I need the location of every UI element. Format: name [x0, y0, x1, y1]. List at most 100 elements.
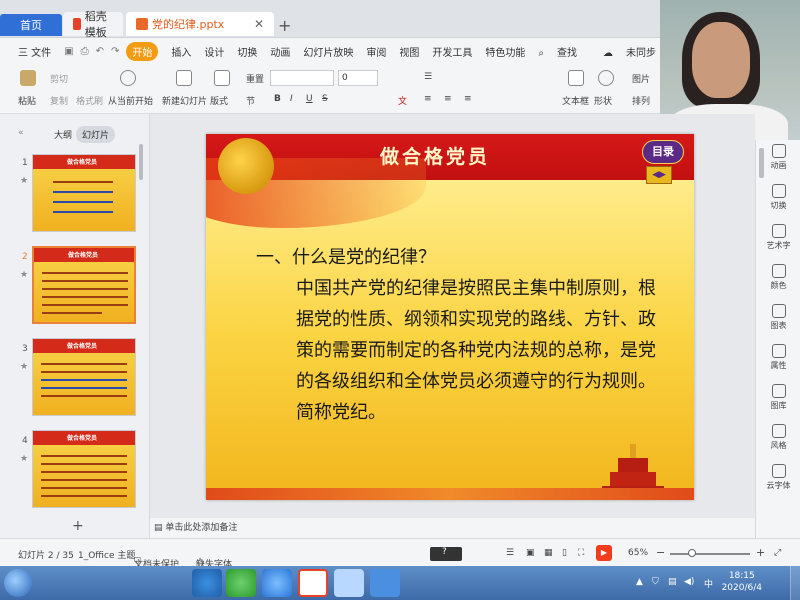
italic-button[interactable]: I: [290, 94, 293, 104]
font-size-select[interactable]: 0: [338, 70, 378, 86]
notes-toggle-icon[interactable]: ☰: [506, 548, 514, 558]
menu-item-animation[interactable]: 动画: [270, 44, 290, 59]
menu-item-developer[interactable]: 开发工具: [432, 44, 472, 59]
panel-color[interactable]: 颜色: [756, 264, 800, 291]
panel-transition[interactable]: 切换: [756, 184, 800, 211]
slide-thumbnail-selected[interactable]: 做合格党员: [32, 246, 136, 324]
canvas-scrollbar[interactable]: [759, 148, 764, 178]
panel-cloud-font[interactable]: 云字体: [756, 464, 800, 491]
collapse-panel-icon[interactable]: «: [12, 126, 30, 140]
new-slide-button[interactable]: 新建幻灯片: [162, 94, 207, 107]
browser-icon[interactable]: [226, 569, 256, 597]
start-button[interactable]: [4, 569, 32, 597]
align-center-button[interactable]: ≡: [444, 94, 452, 104]
panel-gallery[interactable]: 图库: [756, 384, 800, 411]
picture-button[interactable]: 图片: [632, 72, 650, 85]
close-tab-icon[interactable]: ✕: [254, 17, 264, 31]
show-desktop-button[interactable]: [790, 566, 800, 600]
shape-button[interactable]: 形状: [594, 94, 612, 107]
reading-view-icon[interactable]: ▯: [562, 548, 567, 558]
font-name-select[interactable]: [270, 70, 334, 86]
textbox-icon[interactable]: [568, 70, 584, 86]
underline-button[interactable]: U: [306, 94, 313, 104]
thumbnail-scrollbar[interactable]: [139, 144, 143, 180]
slide-thumbnail[interactable]: 做合格党员: [32, 430, 136, 508]
tab-slides[interactable]: 幻灯片: [76, 126, 116, 143]
tab-document[interactable]: 党的纪律.pptx ✕: [126, 12, 274, 36]
nav-arrows-button[interactable]: ◀▶: [646, 166, 672, 184]
play-from-current-icon[interactable]: [120, 70, 136, 86]
redo-icon[interactable]: ↷: [111, 46, 119, 57]
app-icon[interactable]: [262, 569, 292, 597]
layout-button[interactable]: 版式: [210, 94, 228, 107]
wps-icon[interactable]: [298, 569, 328, 597]
copy-button[interactable]: 复制: [50, 94, 68, 107]
slide-title[interactable]: 做合格党员: [380, 142, 490, 169]
menu-item-slideshow[interactable]: 幻灯片放映: [303, 44, 353, 59]
new-slide-icon[interactable]: [176, 70, 192, 86]
panel-chart[interactable]: 图表: [756, 304, 800, 331]
slide-thumbnail[interactable]: 做合格党员: [32, 338, 136, 416]
normal-view-icon[interactable]: ▣: [526, 548, 535, 558]
print-icon[interactable]: ⎙: [81, 46, 89, 57]
play-from-current-button[interactable]: 从当前开始: [108, 94, 153, 107]
security-icon[interactable]: ⛉: [652, 577, 659, 587]
menu-item-design[interactable]: 设计: [204, 44, 224, 59]
fullscreen-icon[interactable]: ⛶: [578, 548, 584, 558]
cut-button[interactable]: 剪切: [50, 72, 68, 85]
tray-arrow-icon[interactable]: ▲: [636, 577, 643, 587]
reset-button[interactable]: 重置: [246, 72, 264, 85]
zoom-slider[interactable]: [670, 553, 750, 555]
slide-thumbnail[interactable]: 做合格党员: [32, 154, 136, 232]
zoom-out-button[interactable]: −: [656, 546, 665, 559]
sogou-icon[interactable]: [192, 569, 222, 597]
bold-button[interactable]: B: [274, 94, 281, 104]
undo-icon[interactable]: ↶: [96, 46, 104, 57]
menu-item-home[interactable]: 开始: [126, 41, 159, 61]
taskbar-clock[interactable]: 18:15 2020/6/4: [722, 570, 762, 594]
menu-item-transition[interactable]: 切换: [237, 44, 257, 59]
tab-home[interactable]: 首页: [0, 14, 62, 36]
paste-button[interactable]: 粘贴: [18, 94, 36, 107]
textbox-button[interactable]: 文本框: [562, 94, 589, 107]
save-icon[interactable]: ▣: [64, 46, 73, 57]
input-method-widget[interactable]: ?: [430, 547, 462, 561]
fit-window-icon[interactable]: ⤢: [774, 548, 781, 558]
section-button[interactable]: 节: [246, 94, 255, 107]
paste-icon[interactable]: [20, 70, 36, 86]
pointer-app-icon[interactable]: [334, 569, 364, 597]
current-slide[interactable]: 做合格党员 目录 ◀▶ 一、什么是党的纪律？ 中国共产党的纪律是按照民主集中制原…: [206, 134, 694, 500]
add-slide-button[interactable]: +: [72, 518, 84, 534]
zoom-slider-handle[interactable]: [688, 549, 696, 557]
strikethrough-button[interactable]: S: [322, 94, 328, 104]
zoom-level[interactable]: 65%: [628, 548, 648, 558]
volume-icon[interactable]: ◀): [684, 577, 694, 587]
align-left-button[interactable]: ≡: [424, 94, 432, 104]
tab-outline[interactable]: 大纲: [48, 126, 78, 143]
ime-icon[interactable]: 中: [704, 577, 713, 590]
bullets-button[interactable]: ☰: [424, 72, 432, 82]
network-icon[interactable]: ▤: [668, 577, 677, 587]
shape-icon[interactable]: [598, 70, 614, 86]
zoom-in-button[interactable]: +: [756, 546, 765, 559]
align-right-button[interactable]: ≡: [464, 94, 472, 104]
menu-item-insert[interactable]: 插入: [171, 44, 191, 59]
calendar-app-icon[interactable]: [370, 569, 400, 597]
notes-area[interactable]: ▤ 单击此处添加备注: [150, 518, 755, 538]
sorter-view-icon[interactable]: ▦: [544, 548, 553, 558]
menu-item-view[interactable]: 视图: [399, 44, 419, 59]
table-of-contents-button[interactable]: 目录: [642, 140, 684, 164]
menu-item-review[interactable]: 审阅: [366, 44, 386, 59]
menu-item-features[interactable]: 特色功能: [485, 44, 525, 59]
panel-properties[interactable]: 属性: [756, 344, 800, 371]
font-color-button[interactable]: 文: [398, 94, 407, 107]
new-tab-button[interactable]: +: [278, 16, 291, 35]
panel-style[interactable]: 风格: [756, 424, 800, 451]
search-button[interactable]: ⌕ 查找: [538, 44, 590, 59]
format-painter-button[interactable]: 格式刷: [76, 94, 103, 107]
layout-icon[interactable]: [214, 70, 230, 86]
tab-template[interactable]: 稻壳模板: [63, 10, 123, 39]
slide-body-textbox[interactable]: 一、什么是党的纪律？ 中国共产党的纪律是按照民主集中制原则，根据党的性质、纲领和…: [256, 242, 656, 428]
slideshow-play-button[interactable]: ▶: [596, 545, 612, 561]
panel-wordart[interactable]: 艺术字: [756, 224, 800, 251]
